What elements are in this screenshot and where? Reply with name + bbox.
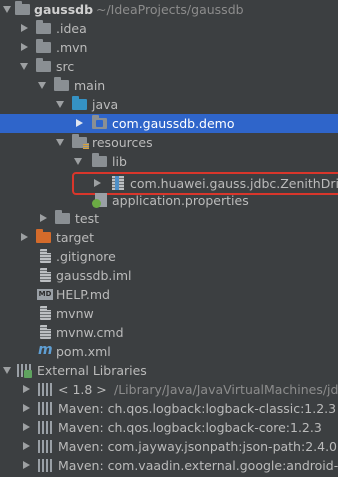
project-name: gaussdb xyxy=(34,2,94,17)
tree-item-help-md[interactable]: MD HELP.md xyxy=(0,285,338,304)
tree-item-label: .gitignore xyxy=(56,249,116,264)
external-libraries-icon xyxy=(17,364,32,378)
tree-item-label: .mvn xyxy=(56,40,88,55)
collapse-arrow-icon[interactable] xyxy=(23,404,30,412)
jdk-path: /Library/Java/JavaVirtualMachines/jd xyxy=(114,382,338,397)
tree-item-label: HELP.md xyxy=(56,287,110,302)
library-icon xyxy=(38,421,52,434)
tree-item-gaussdb-iml[interactable]: gaussdb.iml xyxy=(0,266,338,285)
tree-item-label: External Libraries xyxy=(37,363,147,378)
module-folder-icon xyxy=(15,1,30,15)
collapse-arrow-icon[interactable] xyxy=(23,461,30,469)
tree-item-maven-library[interactable]: Maven: ch.qos.logback:logback-core:1.2.3 xyxy=(0,418,338,437)
library-icon xyxy=(38,459,52,472)
tree-item-idea[interactable]: .idea xyxy=(0,19,338,38)
tree-item-label: mvnw.cmd xyxy=(56,325,124,340)
folder-icon xyxy=(36,58,51,72)
tree-item-label: .idea xyxy=(56,21,87,36)
tree-item-label: target xyxy=(56,230,95,245)
tree-item-mvn[interactable]: .mvn xyxy=(0,38,338,57)
tree-item-com-gaussdb-demo[interactable]: com.gaussdb.demo xyxy=(0,114,338,133)
folder-icon xyxy=(92,153,107,167)
collapse-arrow-icon[interactable] xyxy=(21,43,28,51)
project-path: ~/IdeaProjects/gaussdb xyxy=(96,2,244,17)
tree-item-label: mvnw xyxy=(56,306,94,321)
tree-item-label: resources xyxy=(92,135,153,150)
tree-item-mvnw[interactable]: mvnw xyxy=(0,304,338,323)
folder-icon xyxy=(36,20,51,34)
collapse-arrow-icon[interactable] xyxy=(40,214,47,222)
tree-item-resources[interactable]: resources xyxy=(0,133,338,152)
tree-item-label: gaussdb.iml xyxy=(56,268,132,283)
tree-item-label: Maven: ch.qos.logback:logback-classic:1.… xyxy=(58,401,337,416)
expand-arrow-icon[interactable] xyxy=(38,82,46,89)
collapse-arrow-icon[interactable] xyxy=(21,233,28,241)
tree-item-gitignore[interactable]: .gitignore xyxy=(0,247,338,266)
markdown-icon: MD xyxy=(37,289,53,300)
tree-item-label: Maven: com.jayway.jsonpath:json-path:2.4… xyxy=(58,439,337,454)
tree-item-mvnw-cmd[interactable]: mvnw.cmd xyxy=(0,323,338,342)
collapse-arrow-icon[interactable] xyxy=(23,423,30,431)
tree-item-label: com.gaussdb.demo xyxy=(112,116,235,131)
library-icon xyxy=(38,402,52,415)
tree-item-src[interactable]: src xyxy=(0,57,338,76)
expand-arrow-icon[interactable] xyxy=(56,101,64,108)
tree-item-application-properties[interactable]: application.properties xyxy=(0,191,338,210)
tree-item-pom-xml[interactable]: m pom.xml xyxy=(0,342,338,361)
folder-icon xyxy=(36,39,51,53)
library-icon xyxy=(38,440,52,453)
collapse-arrow-icon[interactable] xyxy=(23,442,30,450)
tree-item-gaussdb[interactable]: gaussdb ~/IdeaProjects/gaussdb xyxy=(0,0,338,19)
excluded-folder-icon xyxy=(36,229,51,243)
tree-item-test[interactable]: test xyxy=(0,209,338,228)
tree-item-label: Maven: ch.qos.logback:logback-core:1.2.3 xyxy=(58,420,322,435)
expand-arrow-icon[interactable] xyxy=(3,6,11,13)
expand-arrow-icon[interactable] xyxy=(3,367,11,374)
tree-item-jdk[interactable]: < 1.8 > /Library/Java/JavaVirtualMachine… xyxy=(0,380,338,399)
tree-item-main[interactable]: main xyxy=(0,76,338,95)
jdk-icon xyxy=(38,383,52,396)
resources-folder-icon xyxy=(72,134,89,149)
expand-arrow-icon[interactable] xyxy=(56,139,64,146)
tree-item-label: src xyxy=(56,59,75,74)
tree-item-label: pom.xml xyxy=(56,344,111,359)
text-file-icon xyxy=(40,249,51,263)
expand-arrow-icon[interactable] xyxy=(20,63,28,70)
script-file-icon xyxy=(40,306,51,320)
collapse-arrow-icon[interactable] xyxy=(76,119,83,127)
tree-item-java[interactable]: java xyxy=(0,95,338,114)
folder-icon xyxy=(55,210,70,224)
tree-item-label: Maven: com.vaadin.external.google:androi… xyxy=(58,458,338,473)
tree-item-label: application.properties xyxy=(112,193,249,208)
source-folder-icon xyxy=(72,96,87,110)
expand-arrow-icon[interactable] xyxy=(74,158,82,165)
tree-item-label: lib xyxy=(112,154,127,169)
project-tree: gaussdb ~/IdeaProjects/gaussdb .idea .mv… xyxy=(0,0,338,477)
tree-item-maven-library[interactable]: Maven: com.jayway.jsonpath:json-path:2.4… xyxy=(0,437,338,456)
tree-item-target[interactable]: target xyxy=(0,228,338,247)
tree-item-external-libraries[interactable]: External Libraries xyxy=(0,361,338,380)
maven-icon: m xyxy=(38,342,53,358)
tree-item-lib[interactable]: lib xyxy=(0,152,338,171)
tree-item-label: < 1.8 > xyxy=(58,382,107,397)
spring-properties-icon xyxy=(92,193,107,208)
module-file-icon xyxy=(40,268,51,282)
folder-icon xyxy=(54,77,69,91)
tree-item-label: test xyxy=(75,211,100,226)
tree-item-label: main xyxy=(74,78,106,93)
tree-item-maven-library[interactable]: Maven: ch.qos.logback:logback-classic:1.… xyxy=(0,399,338,418)
collapse-arrow-icon[interactable] xyxy=(23,385,30,393)
tree-item-maven-library[interactable]: Maven: com.vaadin.external.google:androi… xyxy=(0,456,338,475)
tree-item-label: java xyxy=(92,97,119,112)
collapse-arrow-icon[interactable] xyxy=(21,24,28,32)
script-file-icon xyxy=(40,325,51,339)
package-icon xyxy=(92,115,107,129)
